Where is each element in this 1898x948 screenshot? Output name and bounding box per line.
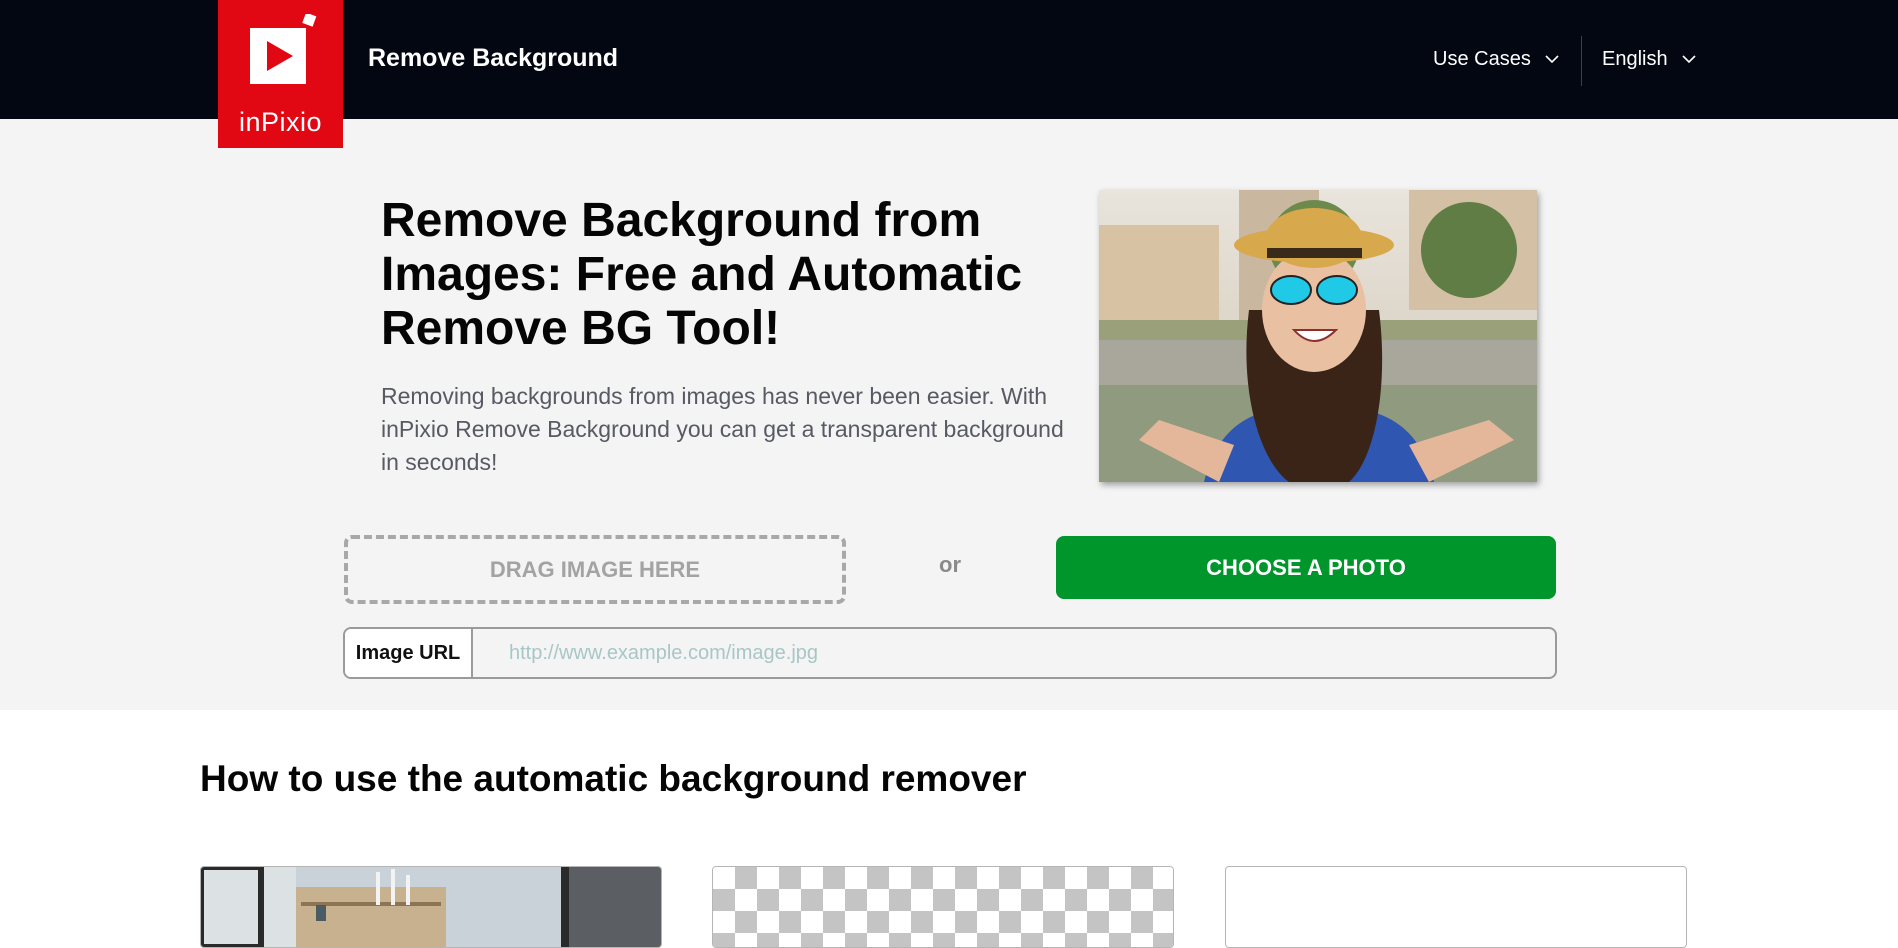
- or-separator: or: [939, 552, 961, 577]
- image-url-input[interactable]: [473, 629, 1555, 677]
- howto-step-card-3: [1225, 866, 1687, 948]
- hero-description: Removing backgrounds from images has nev…: [381, 383, 1064, 475]
- nav-use-cases[interactable]: Use Cases: [1433, 48, 1559, 71]
- image-url-field: Image URL: [343, 627, 1557, 679]
- nav-language-label: English: [1602, 48, 1668, 70]
- chevron-down-icon: [1682, 55, 1696, 64]
- brand-title[interactable]: Remove Background: [368, 44, 618, 73]
- nav-language-selector[interactable]: English: [1602, 48, 1696, 71]
- room-example-image: [201, 867, 661, 947]
- image-url-label: Image URL: [345, 629, 473, 677]
- nav-divider: [1581, 36, 1582, 86]
- logo-text: inPixio: [238, 107, 323, 137]
- transparent-background-pattern: [713, 867, 1173, 947]
- inpixio-logo[interactable]: inPixio: [218, 0, 343, 148]
- play-icon: [250, 14, 317, 84]
- page-title: Remove Background from Images: Free and …: [381, 194, 1023, 355]
- howto-step-card-2: [712, 866, 1174, 948]
- hero-example-photo: [1099, 190, 1537, 482]
- chevron-down-icon: [1545, 55, 1559, 64]
- hero-section: Remove Background from Images: Free and …: [0, 119, 1898, 710]
- howto-step-card-1: [200, 866, 662, 948]
- howto-section-title: How to use the automatic background remo…: [200, 758, 1027, 799]
- drag-image-dropzone[interactable]: DRAG IMAGE HERE: [344, 535, 846, 604]
- choose-photo-button[interactable]: CHOOSE A PHOTO: [1056, 536, 1556, 599]
- nav-use-cases-label: Use Cases: [1433, 48, 1531, 70]
